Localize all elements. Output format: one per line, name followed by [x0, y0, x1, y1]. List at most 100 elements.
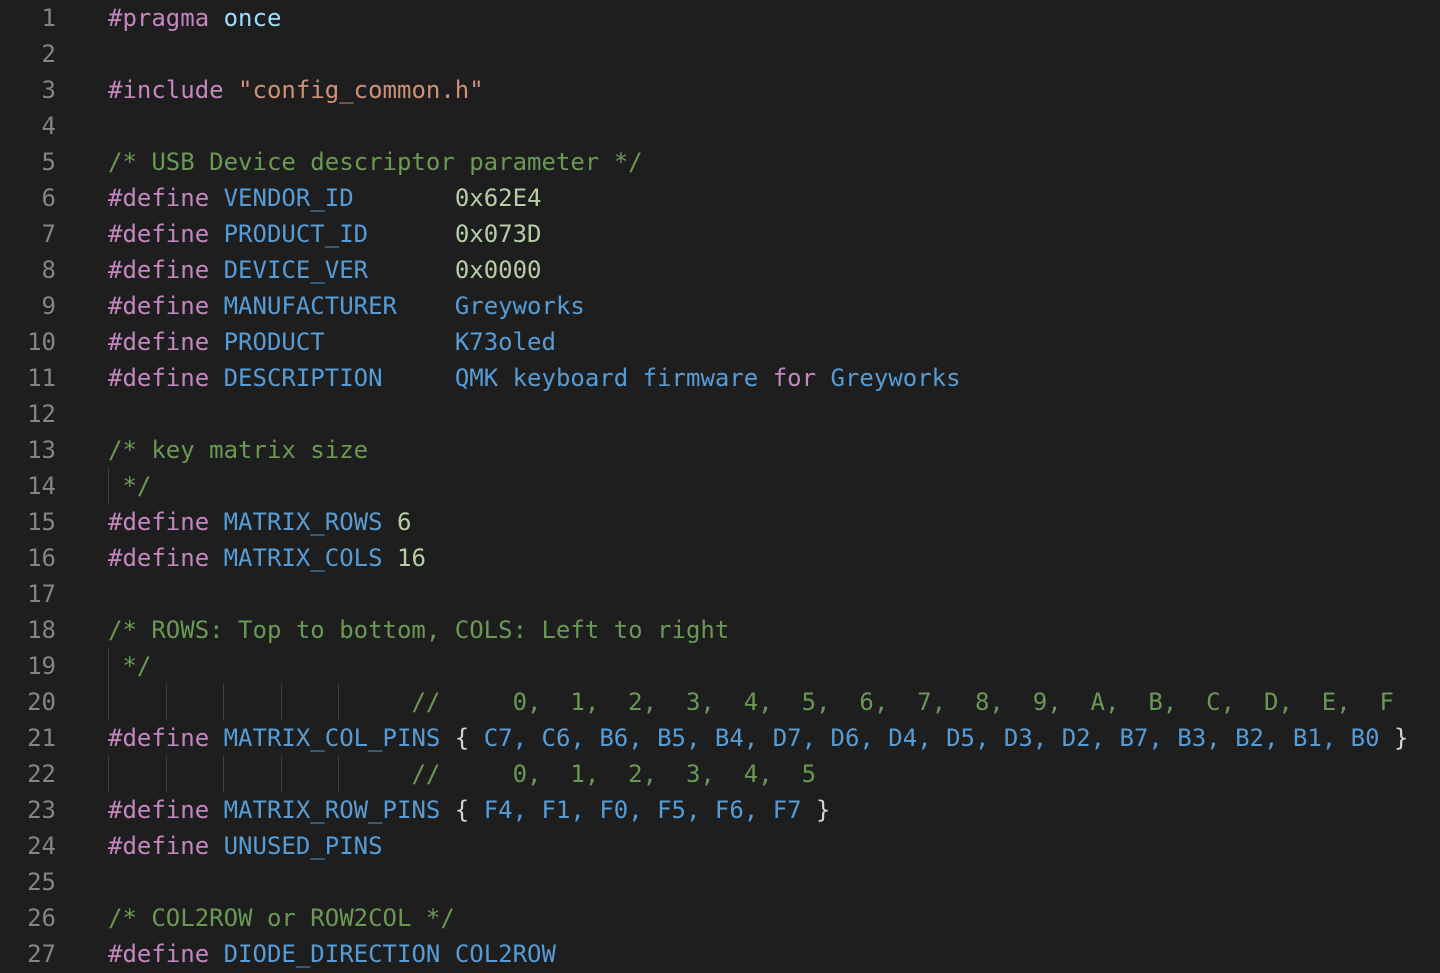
token-macro: C7, C6, B6, B5, B4, D7, D6, D4, D5, D3, … [483, 724, 1380, 752]
code-line[interactable]: */ [108, 648, 151, 684]
token-macro: K73oled [454, 328, 556, 356]
code-line[interactable]: #define PRODUCT_ID 0x073D [108, 216, 542, 252]
token-macro: MATRIX_ROW_PINS [223, 796, 441, 824]
line-number: 13 [27, 436, 56, 464]
code-line[interactable]: #define DIODE_DIRECTION COL2ROW [108, 936, 556, 972]
token-macro: PRODUCT [223, 328, 325, 356]
code-line[interactable]: #define MATRIX_ROW_PINS { F4, F1, F0, F5… [108, 792, 831, 828]
token-number: 0x0000 [454, 256, 542, 284]
code-line[interactable]: /* key matrix size [108, 432, 368, 468]
line-number: 23 [27, 796, 56, 824]
token-number: 6 [397, 508, 412, 536]
token-directive: #define [108, 256, 210, 284]
token-string: "config_common.h" [238, 76, 484, 104]
line-number: 2 [41, 40, 56, 68]
code-line[interactable]: #define MATRIX_COL_PINS { C7, C6, B6, B5… [108, 720, 1408, 756]
token-macro: DESCRIPTION [223, 364, 383, 392]
token-number: 0x62E4 [454, 184, 542, 212]
code-line[interactable]: */ [108, 468, 151, 504]
token-macro: UNUSED_PINS [223, 832, 383, 860]
line-number: 14 [27, 472, 56, 500]
token-number: 16 [397, 544, 426, 572]
token-macro: Greyworks [816, 364, 961, 392]
indent-guide [108, 684, 109, 720]
code-line[interactable]: #define MATRIX_COLS 16 [108, 540, 426, 576]
line-number: 20 [27, 688, 56, 716]
token-macro: VENDOR_ID [223, 184, 354, 212]
token-directive: #pragma [108, 4, 210, 32]
code-line[interactable]: #define DEVICE_VER 0x0000 [108, 252, 542, 288]
token-directive: #define [108, 364, 210, 392]
line-number: 21 [27, 724, 56, 752]
token-directive: for [772, 364, 817, 392]
token-macro: MATRIX_COL_PINS [223, 724, 441, 752]
token-macro: Greyworks [454, 292, 585, 320]
token-directive: #define [108, 940, 210, 968]
code-line[interactable]: #define UNUSED_PINS [108, 828, 383, 864]
code-line[interactable]: // 0, 1, 2, 3, 4, 5 [108, 756, 816, 792]
code-line[interactable]: // 0, 1, 2, 3, 4, 5, 6, 7, 8, 9, A, B, C… [108, 684, 1394, 720]
line-number: 25 [27, 868, 56, 896]
token-macro: QMK keyboard firmware [454, 364, 773, 392]
token-macro: F4, F1, F0, F5, F6, F7 [483, 796, 802, 824]
line-number: 8 [41, 256, 56, 284]
token-directive: #define [108, 832, 210, 860]
code-line[interactable]: /* USB Device descriptor parameter */ [108, 144, 643, 180]
token-comment: /* COL2ROW or ROW2COL */ [108, 904, 455, 932]
token-macro: MANUFACTURER [223, 292, 397, 320]
token-directive: #define [108, 184, 210, 212]
indent-guide [280, 684, 282, 720]
code-line[interactable]: #define MANUFACTURER Greyworks [108, 288, 585, 324]
token-directive: #define [108, 328, 210, 356]
indent-guide [338, 756, 340, 792]
token-text: { [440, 724, 484, 752]
code-line[interactable]: /* COL2ROW or ROW2COL */ [108, 900, 455, 936]
code-line[interactable]: #include "config_common.h" [108, 72, 484, 108]
code-editor[interactable]: 1 2 3 4 5 6 7 8 9 10 11 12 13 14 15 16 17 18 19 20 21 22 23 24 2… [0, 0, 1440, 973]
token-directive: #define [108, 508, 210, 536]
line-number: 10 [27, 328, 56, 356]
line-number: 1 [41, 4, 56, 32]
code-line[interactable]: #define VENDOR_ID 0x62E4 [108, 180, 542, 216]
indent-guide [338, 684, 340, 720]
code-line[interactable]: /* ROWS: Top to bottom, COLS: Left to ri… [108, 612, 729, 648]
line-number: 19 [27, 652, 56, 680]
code-line[interactable]: #define PRODUCT K73oled [108, 324, 556, 360]
token-text: { [440, 796, 484, 824]
token-directive: #define [108, 796, 210, 824]
code-line[interactable]: #define DESCRIPTION QMK keyboard firmwar… [108, 360, 961, 396]
line-number: 7 [41, 220, 56, 248]
line-number: 26 [27, 904, 56, 932]
indent-guide [165, 756, 167, 792]
code-line[interactable]: #define MATRIX_ROWS 6 [108, 504, 411, 540]
line-number: 24 [27, 832, 56, 860]
token-directive: #define [108, 544, 210, 572]
indent-guide [108, 756, 109, 792]
token-comment: /* key matrix size [108, 436, 369, 464]
indent-guide [223, 684, 225, 720]
token-macro: MATRIX_COLS [223, 544, 383, 572]
line-number: 12 [27, 400, 56, 428]
token-directive: #define [108, 220, 210, 248]
indent-guide [108, 468, 109, 504]
indent-guide [280, 756, 282, 792]
indent-guide [223, 756, 225, 792]
code-line[interactable]: #pragma once [108, 0, 281, 36]
